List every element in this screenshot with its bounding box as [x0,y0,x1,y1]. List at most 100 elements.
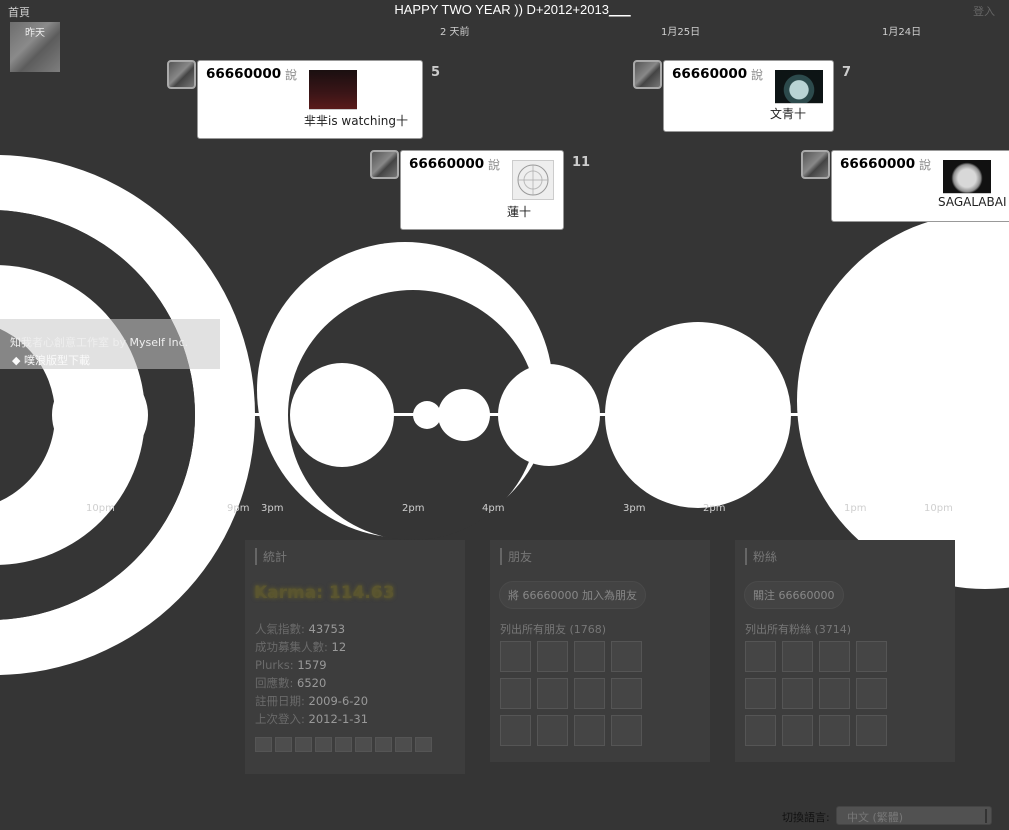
badge-icon[interactable] [255,737,272,752]
badge-icon[interactable] [295,737,312,752]
circle-right-1 [605,322,791,508]
user-avatar[interactable] [801,150,830,179]
day-label-2-days: 2 天前 [440,27,470,38]
fans-heading: 粉絲 [745,548,777,565]
friends-grid [500,641,642,746]
stat-row: Plurks: 1579 [255,658,327,672]
time-label: 9pm [227,503,250,514]
friend-avatar[interactable] [574,715,605,746]
badge-icon[interactable] [275,737,292,752]
theme-credit-box: 知我者心創意工作室 by Myself Inc. ◆ 噗浪版型下載 [0,319,220,369]
badge-icon[interactable] [355,737,372,752]
plurk-image[interactable] [309,70,357,110]
time-label: 3pm [623,503,646,514]
response-count[interactable]: 5 [431,65,440,80]
friend-avatar[interactable] [537,715,568,746]
plurk-username[interactable]: 66660000 [672,66,747,82]
friend-avatar[interactable] [611,641,642,672]
fans-panel: 粉絲 關注 66660000 列出所有粉絲 (3714) [735,540,955,762]
plurk-image[interactable] [775,70,823,104]
friend-avatar[interactable] [574,641,605,672]
fan-avatar[interactable] [819,678,850,709]
theme-credit-text[interactable]: 知我者心創意工作室 by Myself Inc. [10,334,188,350]
fan-avatar[interactable] [782,641,813,672]
day-label-jan24: 1月24日 [882,27,922,38]
plurk-card[interactable]: 66660000 說 文青十 [663,60,834,132]
fan-avatar[interactable] [782,715,813,746]
friends-heading: 朋友 [500,548,532,565]
friend-avatar[interactable] [500,678,531,709]
stat-row: 上次登入: 2012-1-31 [255,712,369,726]
time-label: 2pm [703,503,726,514]
badge-row [255,737,432,752]
plurk-image[interactable] [512,160,554,200]
stats-heading: 統計 [255,548,287,565]
fans-grid [745,641,887,746]
response-count[interactable]: 7 [842,65,851,80]
theme-download-link[interactable]: ◆ 噗浪版型下載 [12,352,90,368]
fan-avatar[interactable] [856,641,887,672]
fan-avatar[interactable] [745,678,776,709]
compass-sketch-icon [517,164,549,196]
plurk-image[interactable] [943,160,991,194]
stat-row: 註冊日期: 2009-6-20 [255,694,369,708]
user-avatar[interactable] [633,60,662,89]
time-label: 2pm [402,503,425,514]
plurk-caption: SAGALABAI [938,195,1007,209]
badge-icon[interactable] [315,737,332,752]
user-avatar[interactable] [370,150,399,179]
fan-avatar[interactable] [819,715,850,746]
follow-button[interactable]: 關注 66660000 [744,581,844,609]
add-friend-button[interactable]: 將 66660000 加入為朋友 [499,581,646,609]
fan-avatar[interactable] [745,641,776,672]
badge-icon[interactable] [415,737,432,752]
response-count[interactable]: 11 [572,155,590,170]
fan-avatar[interactable] [856,715,887,746]
friend-avatar[interactable] [611,678,642,709]
circle-right-big [797,213,1009,589]
plurk-username[interactable]: 66660000 [206,66,281,82]
plurk-card[interactable]: 66660000 說 蓮十 [400,150,564,230]
circle-mid-4 [498,364,600,466]
all-friends-link[interactable]: 列出所有朋友 (1768) [500,621,606,637]
friends-panel: 朋友 將 66660000 加入為朋友 列出所有朋友 (1768) [490,540,710,762]
friend-avatar[interactable] [574,678,605,709]
badge-icon[interactable] [395,737,412,752]
friend-avatar[interactable] [537,641,568,672]
friend-avatar[interactable] [537,678,568,709]
all-fans-link[interactable]: 列出所有粉絲 (3714) [745,621,851,637]
badge-icon[interactable] [335,737,352,752]
time-label: 4pm [482,503,505,514]
time-label: 10pm [924,503,953,514]
stat-row: 人氣指數: 43753 [255,622,346,636]
time-label: 3pm [261,503,284,514]
page-title: HAPPY TWO YEAR )) D+2012+2013___ [394,2,631,17]
fan-avatar[interactable] [819,641,850,672]
stat-row: 回應數: 6520 [255,676,327,690]
yesterday-label: 昨天 [25,28,45,39]
plurk-username[interactable]: 66660000 [840,156,915,172]
friend-avatar[interactable] [500,715,531,746]
time-label: 10pm [86,503,115,514]
says-label: 說 [751,68,764,82]
language-select[interactable]: 中文 (繁體) [836,806,992,825]
friend-avatar[interactable] [500,641,531,672]
time-label: 1pm [844,503,867,514]
circle-left-small [52,367,148,463]
login-link[interactable]: 登入 [973,3,995,19]
fan-avatar[interactable] [856,678,887,709]
friend-avatar[interactable] [611,715,642,746]
stat-row: 成功募集人數: 12 [255,640,347,654]
circle-mid-1 [290,363,394,467]
fan-avatar[interactable] [745,715,776,746]
says-label: 說 [488,158,501,172]
user-avatar[interactable] [167,60,196,89]
says-label: 說 [919,158,932,172]
fan-avatar[interactable] [782,678,813,709]
plurk-username[interactable]: 66660000 [409,156,484,172]
plurk-card[interactable]: 66660000 說 SAGALABAI [831,150,1009,222]
badge-icon[interactable] [375,737,392,752]
yesterday-thumbnail[interactable]: 昨天 [10,22,60,72]
stats-list: 人氣指數: 43753 成功募集人數: 12 Plurks: 1579 回應數:… [255,620,368,728]
plurk-card[interactable]: 66660000 說 芈芈is watching十 [197,60,423,139]
